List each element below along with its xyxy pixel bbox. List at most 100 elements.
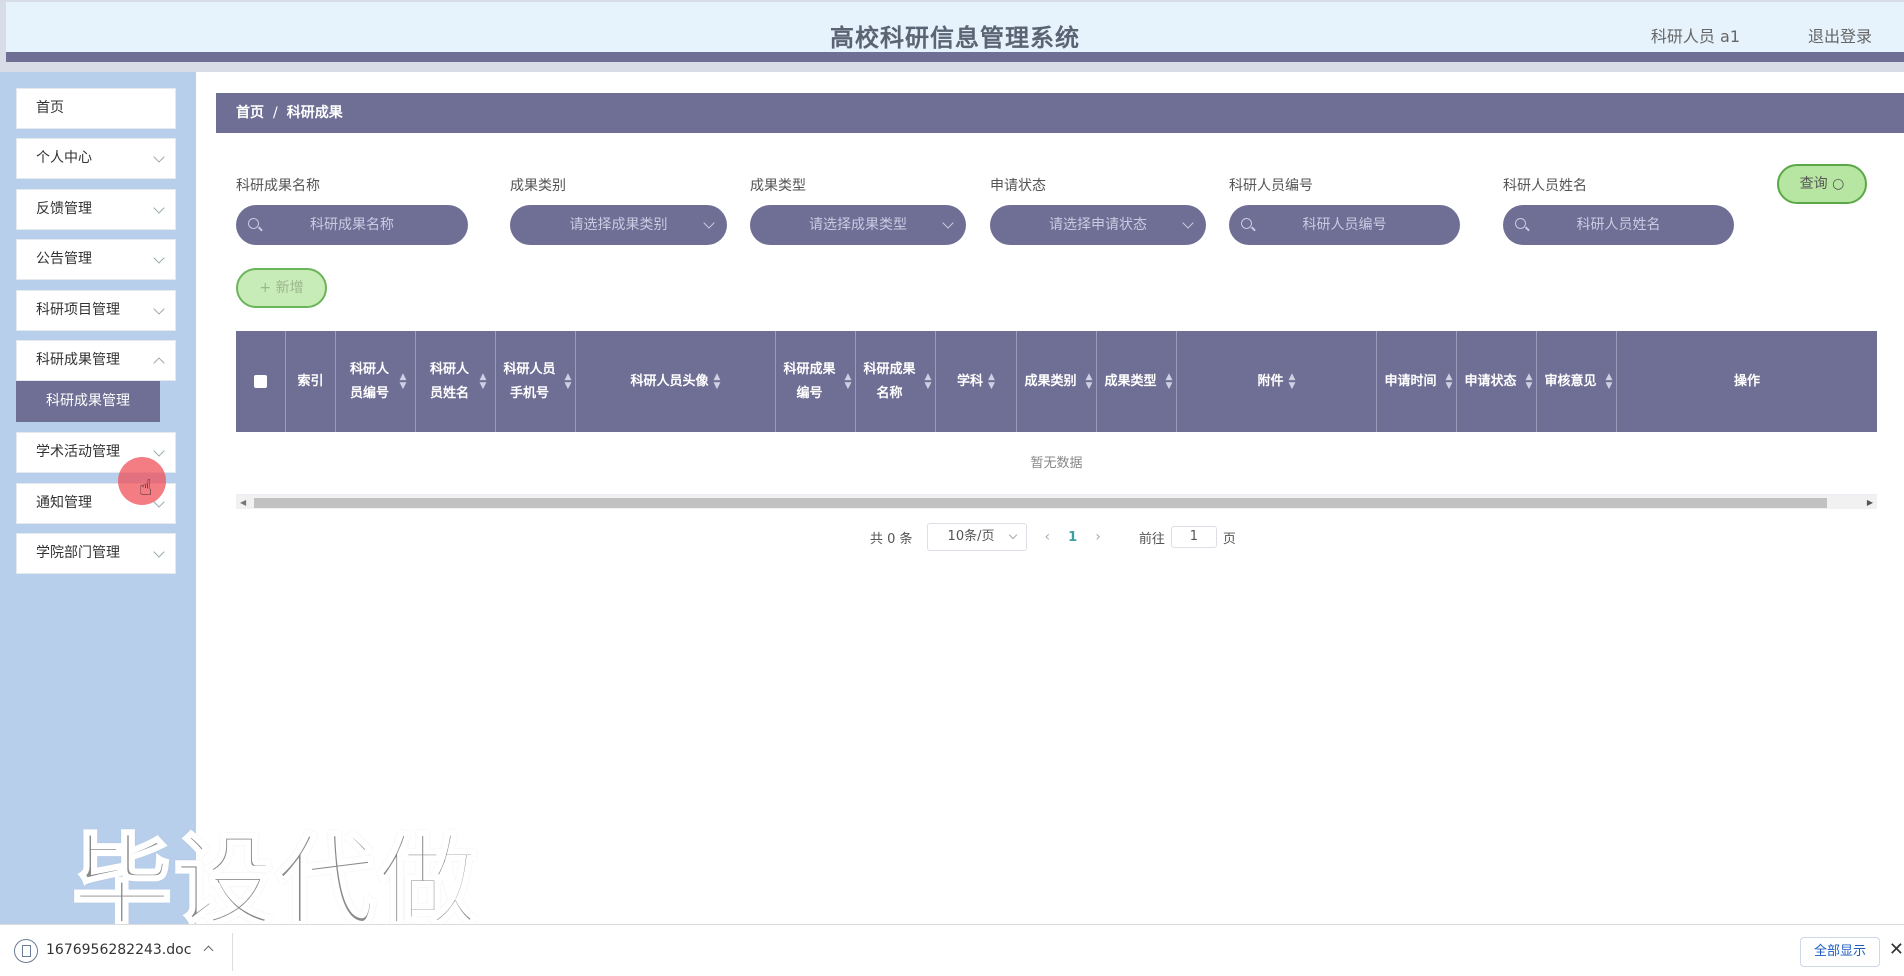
show-all-button[interactable]: 全部显示 bbox=[1800, 937, 1880, 967]
sort-icon[interactable]: ▲ ▼ bbox=[714, 372, 721, 391]
col-label: 科研成果名称 bbox=[863, 361, 916, 401]
chevron-down-icon bbox=[153, 303, 165, 315]
sort-icon[interactable]: ▲ ▼ bbox=[400, 372, 407, 391]
sort-icon[interactable]: ▲ ▼ bbox=[1289, 372, 1296, 391]
col-label: 索引 bbox=[297, 373, 324, 389]
col-label: 科研人员编号 bbox=[350, 361, 390, 401]
chevron-down-icon bbox=[1182, 217, 1194, 229]
chevron-down-icon bbox=[153, 151, 165, 163]
sort-icon[interactable]: ▲ ▼ bbox=[1526, 372, 1533, 391]
sort-icon[interactable]: ▲ ▼ bbox=[925, 372, 932, 391]
result-category-select[interactable]: 请选择成果类别 bbox=[510, 205, 727, 245]
sort-icon[interactable]: ▲ ▼ bbox=[1166, 372, 1173, 391]
sidebar-item-research-results[interactable]: 科研成果管理 bbox=[16, 340, 176, 381]
label-researcher-id: 科研人员编号 bbox=[1229, 178, 1313, 194]
page-suffix: 页 bbox=[1222, 531, 1236, 547]
sidebar-item-personal-center[interactable]: 个人中心 bbox=[16, 138, 176, 179]
scrollbar-thumb[interactable] bbox=[254, 498, 1827, 508]
total-count: 共 0 条 bbox=[870, 531, 913, 547]
col-label: 科研人员手机号 bbox=[503, 361, 556, 401]
logout-link[interactable]: 退出登录 bbox=[1808, 23, 1872, 47]
sidebar-item-label: 反馈管理 bbox=[36, 201, 92, 217]
goto-label: 前往 bbox=[1138, 531, 1165, 547]
col-result-type[interactable]: 成果类型 ▲ ▼ bbox=[1097, 331, 1177, 432]
sidebar-item-feedback[interactable]: 反馈管理 bbox=[16, 189, 176, 230]
col-review-comment[interactable]: 审核意见 ▲ ▼ bbox=[1537, 331, 1617, 432]
sidebar-item-research-projects[interactable]: 科研项目管理 bbox=[16, 290, 176, 331]
app-title: 高校科研信息管理系统 bbox=[830, 24, 1080, 52]
select-all-checkbox-cell[interactable] bbox=[236, 331, 286, 432]
download-file-name[interactable]: 1676956282243.doc bbox=[46, 942, 191, 958]
sidebar-item-announcements[interactable]: 公告管理 bbox=[16, 239, 176, 280]
select-all-checkbox[interactable] bbox=[254, 375, 267, 388]
prev-page-icon[interactable]: ‹ bbox=[1045, 529, 1051, 545]
sort-icon[interactable]: ▲ ▼ bbox=[565, 372, 572, 391]
add-button[interactable]: + 新增 bbox=[236, 268, 327, 308]
results-table: 索引 科研人员编号 ▲ ▼ 科研人员姓名 ▲ ▼ 科研人员手机号 ▲ ▼ 科研人员头像 ▲ ▼ … bbox=[236, 331, 1877, 509]
chevron-up-icon[interactable] bbox=[203, 945, 214, 956]
page-number-current[interactable]: 1 bbox=[1068, 530, 1077, 545]
scroll-left-icon[interactable]: ◀ bbox=[240, 498, 246, 507]
col-researcher-name[interactable]: 科研人员姓名 ▲ ▼ bbox=[416, 331, 496, 432]
sidebar-item-label: 科研成果管理 bbox=[36, 352, 120, 368]
result-name-input[interactable]: 科研成果名称 bbox=[236, 205, 468, 245]
col-researcher-phone[interactable]: 科研人员手机号 ▲ ▼ bbox=[496, 331, 576, 432]
search-icon: ○ bbox=[1832, 176, 1845, 192]
breadcrumb-home[interactable]: 首页 bbox=[236, 105, 264, 121]
col-researcher-avatar[interactable]: 科研人员头像 ▲ ▼ bbox=[576, 331, 776, 432]
sidebar-item-departments[interactable]: 学院部门管理 bbox=[16, 533, 176, 574]
scroll-right-icon[interactable]: ▶ bbox=[1867, 498, 1873, 507]
label-apply-status: 申请状态 bbox=[990, 178, 1046, 194]
col-label: 附件 bbox=[1257, 373, 1284, 389]
chevron-down-icon bbox=[942, 217, 954, 229]
query-button-label: 查询 bbox=[1799, 176, 1828, 192]
breadcrumb-current: 科研成果 bbox=[286, 105, 343, 121]
col-result-id[interactable]: 科研成果编号 ▲ ▼ bbox=[776, 331, 856, 432]
sidebar-subitem-research-results[interactable]: 科研成果管理 bbox=[16, 381, 160, 422]
sort-icon[interactable]: ▲ ▼ bbox=[845, 372, 852, 391]
col-label: 申请时间 bbox=[1384, 373, 1437, 389]
breadcrumb-separator: / bbox=[273, 105, 278, 121]
placeholder-text: 请选择成果类型 bbox=[809, 217, 907, 233]
sidebar-item-label: 科研项目管理 bbox=[36, 302, 120, 318]
chevron-down-icon bbox=[1008, 530, 1017, 540]
sort-icon[interactable]: ▲ ▼ bbox=[1446, 372, 1453, 391]
col-label: 操作 bbox=[1733, 373, 1760, 389]
sort-icon[interactable]: ▲ ▼ bbox=[1606, 372, 1613, 391]
horizontal-scrollbar[interactable]: ◀ ▶ bbox=[236, 495, 1877, 509]
sidebar-item-label: 首页 bbox=[36, 100, 64, 116]
apply-status-select[interactable]: 请选择申请状态 bbox=[990, 205, 1206, 245]
goto-page-input[interactable]: 1 bbox=[1170, 526, 1217, 548]
breadcrumb: 首页 / 科研成果 bbox=[216, 93, 1904, 133]
sidebar-item-label: 通知管理 bbox=[36, 495, 92, 511]
next-page-icon[interactable]: › bbox=[1095, 529, 1101, 545]
chevron-down-icon bbox=[153, 546, 165, 558]
sidebar-item-label: 公告管理 bbox=[36, 251, 92, 267]
col-label: 成果类别 bbox=[1024, 373, 1077, 389]
col-discipline[interactable]: 学科 ▲ ▼ bbox=[936, 331, 1017, 432]
col-result-name[interactable]: 科研成果名称 ▲ ▼ bbox=[856, 331, 936, 432]
col-researcher-id[interactable]: 科研人员编号 ▲ ▼ bbox=[336, 331, 416, 432]
col-apply-status[interactable]: 申请状态 ▲ ▼ bbox=[1457, 331, 1537, 432]
result-type-select[interactable]: 请选择成果类型 bbox=[750, 205, 966, 245]
chevron-down-icon bbox=[153, 252, 165, 264]
label-result-name: 科研成果名称 bbox=[236, 178, 320, 194]
sort-icon[interactable]: ▲ ▼ bbox=[988, 372, 995, 391]
col-apply-time[interactable]: 申请时间 ▲ ▼ bbox=[1377, 331, 1457, 432]
sidebar-item-label: 个人中心 bbox=[36, 150, 92, 166]
sidebar-item-home[interactable]: 首页 bbox=[16, 88, 176, 129]
researcher-id-input[interactable]: 科研人员编号 bbox=[1229, 205, 1460, 245]
sort-icon[interactable]: ▲ ▼ bbox=[1086, 372, 1093, 391]
placeholder-text: 科研人员编号 bbox=[1302, 217, 1387, 233]
placeholder-text: 科研人员姓名 bbox=[1576, 217, 1661, 233]
col-result-category[interactable]: 成果类别 ▲ ▼ bbox=[1017, 331, 1097, 432]
search-icon bbox=[1515, 218, 1526, 229]
page-size-select[interactable]: 10条/页 bbox=[926, 523, 1027, 551]
researcher-name-input[interactable]: 科研人员姓名 bbox=[1503, 205, 1734, 245]
placeholder-text: 请选择成果类别 bbox=[569, 217, 668, 233]
close-icon[interactable]: ✕ bbox=[1889, 939, 1904, 960]
query-button[interactable]: 查询 ○ bbox=[1777, 164, 1867, 204]
empty-state: 暂无数据 bbox=[236, 432, 1877, 495]
col-attachment[interactable]: 附件 ▲ ▼ bbox=[1177, 331, 1377, 432]
sort-icon[interactable]: ▲ ▼ bbox=[480, 372, 487, 391]
